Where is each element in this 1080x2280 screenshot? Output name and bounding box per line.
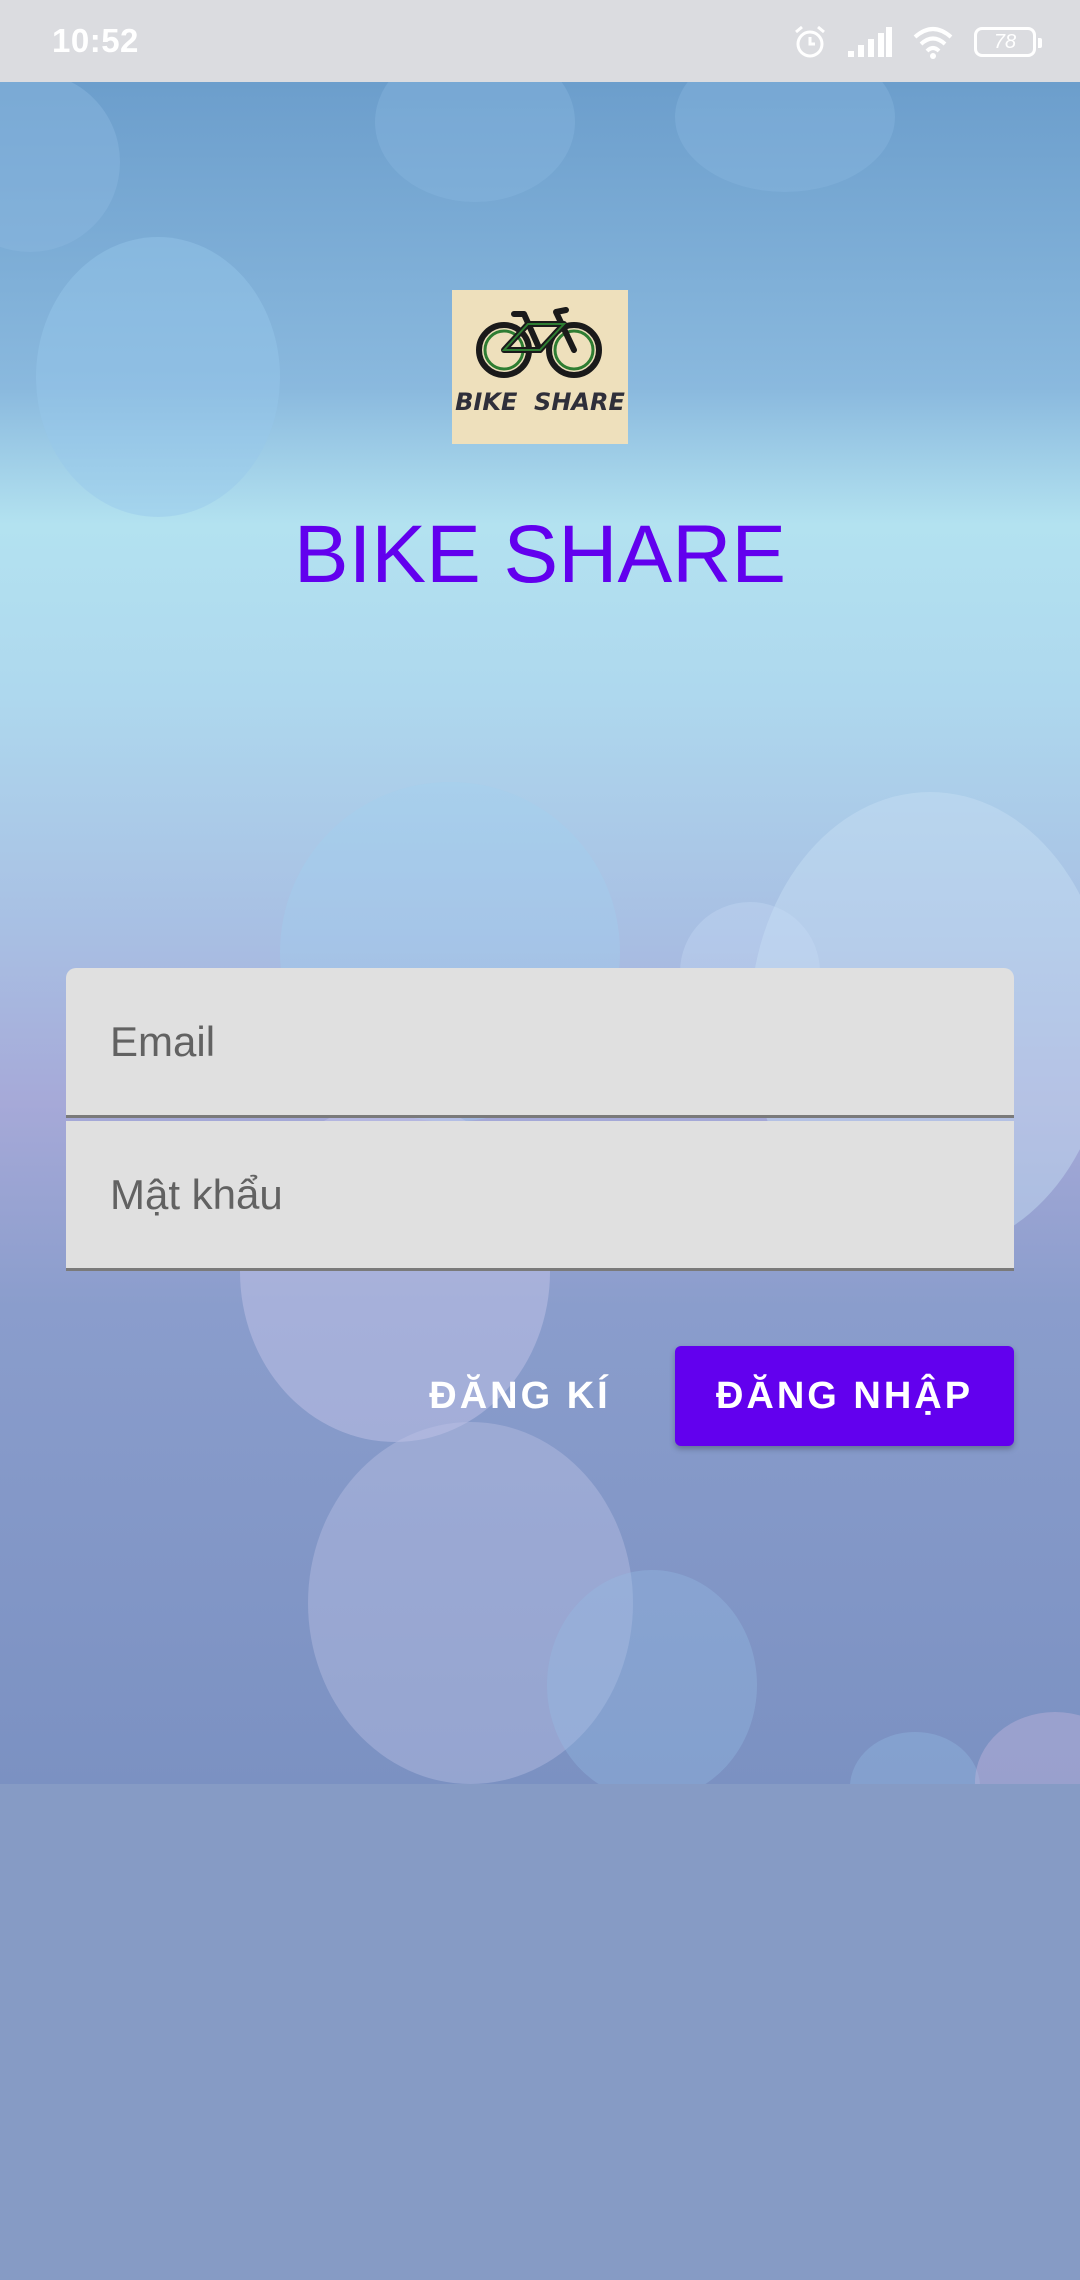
- app-logo: BIKE SHARE: [452, 290, 628, 444]
- bicycle-icon: [476, 307, 602, 378]
- password-field[interactable]: [66, 1121, 1014, 1271]
- status-time: 10:52: [52, 22, 139, 59]
- login-button[interactable]: ĐĂNG NHẬP: [675, 1346, 1014, 1446]
- status-bar: 10:52 78: [0, 0, 1080, 82]
- email-input[interactable]: [110, 968, 970, 1115]
- status-icons: 78: [792, 22, 1042, 62]
- app-title: BIKE SHARE: [293, 509, 787, 600]
- email-field[interactable]: [66, 968, 1014, 1118]
- signal-icon: [848, 27, 892, 57]
- register-button[interactable]: ĐĂNG KÍ: [410, 1346, 630, 1446]
- battery-icon: 78: [974, 27, 1042, 57]
- logo-text: BIKE SHARE: [455, 388, 625, 416]
- battery-level: 78: [993, 31, 1017, 53]
- wifi-icon: [913, 27, 953, 59]
- password-input[interactable]: [110, 1121, 970, 1268]
- alarm-icon: [795, 25, 825, 58]
